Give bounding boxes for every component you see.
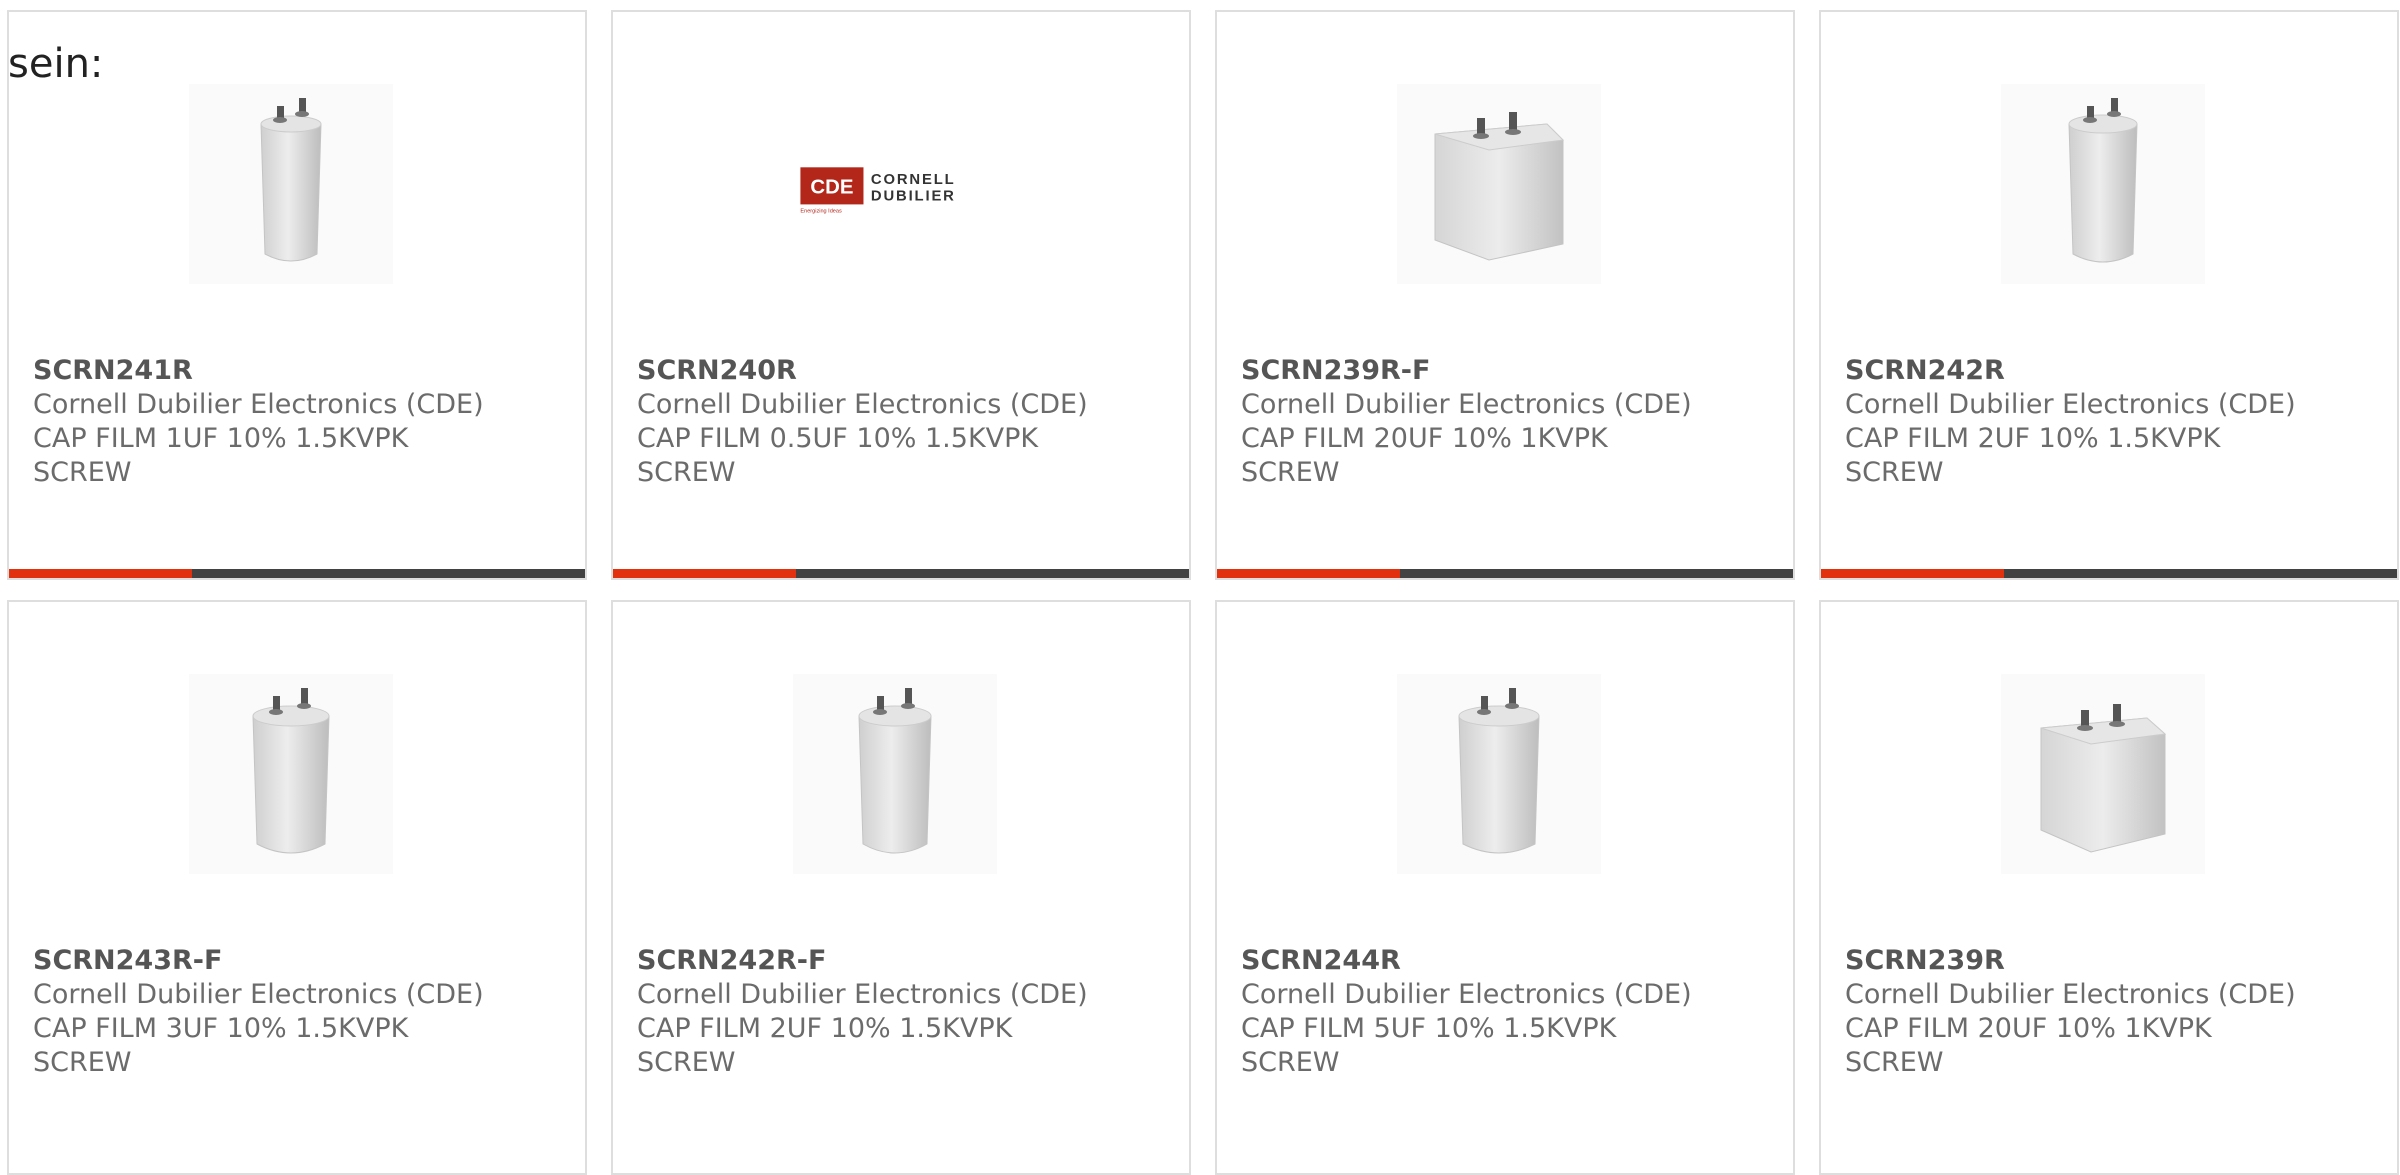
card-footer-bar [1821,569,2397,578]
part-number-link[interactable]: SCRN241R [33,354,573,388]
product-card[interactable]: SCRN239R Cornell Dubilier Electronics (C… [1819,600,2399,1175]
oval-capacitor-image[interactable] [2001,84,2205,284]
box-capacitor-image[interactable] [2001,674,2205,874]
manufacturer-label: Cornell Dubilier Electronics (CDE) [637,389,1088,420]
card-accent-bar [1821,569,2004,578]
oval-capacitor-image[interactable] [189,674,393,874]
card-footer-bar [9,569,585,578]
card-accent-bar [1217,569,1400,578]
product-description: CAP FILM 3UF 10% 1.5KVPK SCREW [33,1013,409,1078]
product-card[interactable]: SCRN244R Cornell Dubilier Electronics (C… [1215,600,1795,1175]
logo-line1: CORNELL [871,172,956,188]
manufacturer-label: Cornell Dubilier Electronics (CDE) [637,979,1088,1010]
card-accent-bar [9,569,192,578]
oval-capacitor-image[interactable] [189,84,393,284]
manufacturer-label: Cornell Dubilier Electronics (CDE) [1241,389,1692,420]
card-accent-bar [613,569,796,578]
product-description: CAP FILM 5UF 10% 1.5KVPK SCREW [1241,1013,1617,1078]
box-capacitor-image[interactable] [1397,84,1601,284]
product-card[interactable]: SCRN242R-F Cornell Dubilier Electronics … [611,600,1191,1175]
manufacturer-label: Cornell Dubilier Electronics (CDE) [33,979,484,1010]
product-description: CAP FILM 20UF 10% 1KVPK SCREW [1241,423,1608,488]
cde-logo[interactable]: CDE CORNELL DUBILIER Energizing Ideas [793,84,997,284]
manufacturer-label: Cornell Dubilier Electronics (CDE) [33,389,484,420]
part-number-link[interactable]: SCRN240R [637,354,1177,388]
product-card[interactable]: SCRN239R-F Cornell Dubilier Electronics … [1215,10,1795,580]
part-number-link[interactable]: SCRN242R [1845,354,2385,388]
product-description: CAP FILM 0.5UF 10% 1.5KVPK SCREW [637,423,1039,488]
oval-capacitor-image[interactable] [1397,674,1601,874]
product-description: CAP FILM 1UF 10% 1.5KVPK SCREW [33,423,409,488]
product-card[interactable]: CDE CORNELL DUBILIER Energizing Ideas SC… [611,10,1191,580]
stray-heading-text: sein: [8,41,104,87]
product-description: CAP FILM 20UF 10% 1KVPK SCREW [1845,1013,2212,1078]
product-card[interactable]: SCRN241R Cornell Dubilier Electronics (C… [7,10,587,580]
card-footer-bar [1217,569,1793,578]
part-number-link[interactable]: SCRN239R-F [1241,354,1781,388]
part-number-link[interactable]: SCRN243R-F [33,944,573,978]
manufacturer-label: Cornell Dubilier Electronics (CDE) [1845,389,2296,420]
oval-capacitor-image[interactable] [793,674,997,874]
part-number-link[interactable]: SCRN244R [1241,944,1781,978]
logo-tagline: Energizing Ideas [800,209,842,215]
logo-line2: DUBILIER [871,189,956,205]
product-description: CAP FILM 2UF 10% 1.5KVPK SCREW [1845,423,2221,488]
manufacturer-label: Cornell Dubilier Electronics (CDE) [1845,979,2296,1010]
manufacturer-label: Cornell Dubilier Electronics (CDE) [1241,979,1692,1010]
product-card[interactable]: SCRN242R Cornell Dubilier Electronics (C… [1819,10,2399,580]
card-footer-bar [613,569,1189,578]
logo-mark: CDE [810,176,853,198]
part-number-link[interactable]: SCRN242R-F [637,944,1177,978]
part-number-link[interactable]: SCRN239R [1845,944,2385,978]
product-card[interactable]: SCRN243R-F Cornell Dubilier Electronics … [7,600,587,1175]
product-description: CAP FILM 2UF 10% 1.5KVPK SCREW [637,1013,1013,1078]
